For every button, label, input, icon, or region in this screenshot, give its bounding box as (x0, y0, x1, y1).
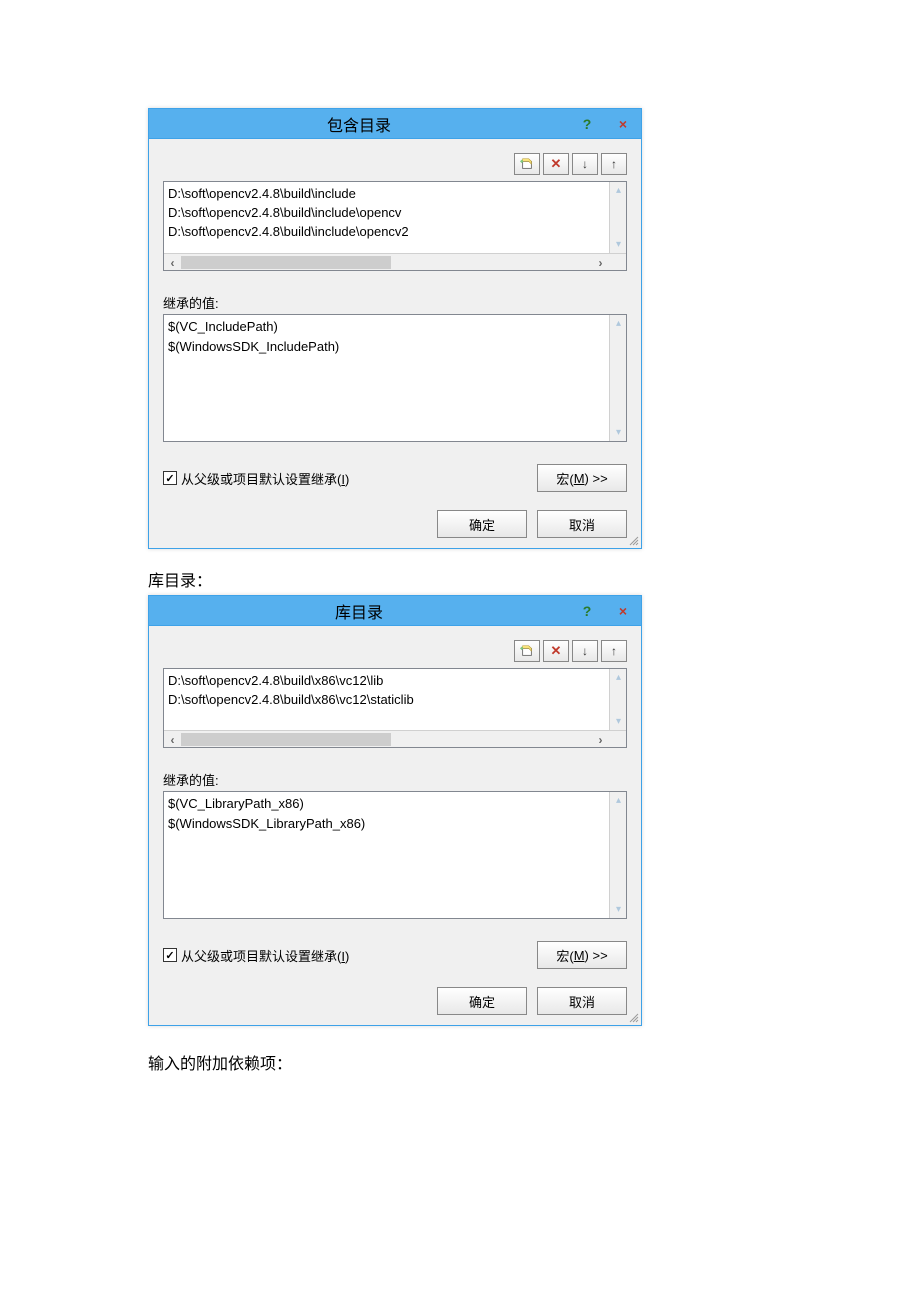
dialog-title: 库目录 (149, 599, 569, 623)
macros-button[interactable]: 宏(M) >> (537, 941, 627, 969)
scroll-right-icon[interactable]: › (592, 731, 609, 748)
vertical-scrollbar[interactable]: ▴ ▾ (609, 315, 626, 441)
horizontal-scrollbar[interactable]: ‹ › (164, 253, 626, 270)
list-item[interactable]: D:\soft\opencv2.4.8\build\include\opencv… (168, 222, 609, 241)
library-directories-caption: 库目录： (148, 567, 772, 591)
scroll-down-icon[interactable]: ▾ (610, 901, 627, 918)
list-item[interactable]: D:\soft\opencv2.4.8\build\x86\vc12\lib (168, 671, 609, 690)
cancel-button[interactable]: 取消 (537, 510, 627, 538)
help-button[interactable]: ? (569, 600, 605, 622)
include-directories-dialog: 包含目录 ? × ✕ ↓ ↑ D:\soft\opencv2.4 (148, 108, 642, 549)
list-item[interactable]: D:\soft\opencv2.4.8\build\include (168, 184, 609, 203)
inherit-checkbox[interactable]: ✓ (163, 948, 177, 962)
list-item: $(VC_LibraryPath_x86) (168, 794, 609, 814)
additional-dependencies-caption: 输入的附加依赖项： (148, 1050, 772, 1074)
close-button[interactable]: × (605, 113, 641, 135)
inherited-values-listbox[interactable]: $(VC_IncludePath) $(WindowsSDK_IncludePa… (163, 314, 627, 442)
list-toolbar: ✕ ↓ ↑ (163, 153, 627, 175)
scroll-right-icon[interactable]: › (592, 254, 609, 271)
options-row: ✓ 从父级或项目默认设置继承(I) 宏(M) >> (163, 464, 627, 492)
scroll-up-icon[interactable]: ▴ (610, 315, 627, 332)
delete-item-button-icon[interactable]: ✕ (543, 640, 569, 662)
resize-grip-icon[interactable] (627, 1011, 639, 1023)
move-up-button-icon[interactable]: ↑ (601, 153, 627, 175)
dialog-body: ✕ ↓ ↑ D:\soft\opencv2.4.8\build\x86\vc12… (149, 626, 641, 1025)
scroll-down-icon[interactable]: ▾ (610, 713, 627, 730)
inherited-values-listbox[interactable]: $(VC_LibraryPath_x86) $(WindowsSDK_Libra… (163, 791, 627, 919)
inherited-values-label: 继承的值: (163, 293, 627, 312)
inherit-checkbox-label: 从父级或项目默认设置继承(I) (181, 946, 349, 965)
list-item: $(WindowsSDK_IncludePath) (168, 337, 609, 357)
library-directories-dialog: 库目录 ? × ✕ ↓ ↑ D:\soft\opencv2.4. (148, 595, 642, 1026)
list-toolbar: ✕ ↓ ↑ (163, 640, 627, 662)
move-down-button-icon[interactable]: ↓ (572, 640, 598, 662)
scroll-left-icon[interactable]: ‹ (164, 254, 181, 271)
titlebar: 包含目录 ? × (149, 109, 641, 139)
move-up-button-icon[interactable]: ↑ (601, 640, 627, 662)
list-item: $(VC_IncludePath) (168, 317, 609, 337)
scroll-up-icon[interactable]: ▴ (610, 669, 627, 686)
scroll-up-icon[interactable]: ▴ (610, 182, 627, 199)
list-item[interactable]: D:\soft\opencv2.4.8\build\include\opencv (168, 203, 609, 222)
inherited-list-content: $(VC_LibraryPath_x86) $(WindowsSDK_Libra… (168, 794, 609, 834)
new-item-button-icon[interactable] (514, 640, 540, 662)
help-button[interactable]: ? (569, 113, 605, 135)
inherit-checkbox[interactable]: ✓ (163, 471, 177, 485)
path-listbox[interactable]: D:\soft\opencv2.4.8\build\x86\vc12\lib D… (163, 668, 627, 748)
new-item-button-icon[interactable] (514, 153, 540, 175)
inherited-list-content: $(VC_IncludePath) $(WindowsSDK_IncludePa… (168, 317, 609, 357)
dialog-button-row: 确定 取消 (163, 987, 627, 1015)
ok-button[interactable]: 确定 (437, 510, 527, 538)
scroll-down-icon[interactable]: ▾ (610, 424, 627, 441)
dialog-button-row: 确定 取消 (163, 510, 627, 538)
path-listbox[interactable]: D:\soft\opencv2.4.8\build\include D:\sof… (163, 181, 627, 271)
horizontal-scrollbar[interactable]: ‹ › (164, 730, 626, 747)
options-row: ✓ 从父级或项目默认设置继承(I) 宏(M) >> (163, 941, 627, 969)
path-list-content: D:\soft\opencv2.4.8\build\x86\vc12\lib D… (168, 671, 609, 709)
titlebar: 库目录 ? × (149, 596, 641, 626)
resize-grip-icon[interactable] (627, 534, 639, 546)
close-button[interactable]: × (605, 600, 641, 622)
macros-button[interactable]: 宏(M) >> (537, 464, 627, 492)
scroll-up-icon[interactable]: ▴ (610, 792, 627, 809)
dialog-body: ✕ ↓ ↑ D:\soft\opencv2.4.8\build\include … (149, 139, 641, 548)
list-item[interactable]: D:\soft\opencv2.4.8\build\x86\vc12\stati… (168, 690, 609, 709)
ok-button[interactable]: 确定 (437, 987, 527, 1015)
inherit-checkbox-label: 从父级或项目默认设置继承(I) (181, 469, 349, 488)
titlebar-controls: ? × (569, 109, 641, 138)
inherit-checkbox-wrap[interactable]: ✓ 从父级或项目默认设置继承(I) (163, 946, 349, 965)
scroll-thumb[interactable] (181, 733, 391, 746)
delete-item-button-icon[interactable]: ✕ (543, 153, 569, 175)
titlebar-controls: ? × (569, 596, 641, 625)
scroll-down-icon[interactable]: ▾ (610, 236, 627, 253)
vertical-scrollbar[interactable]: ▴ ▾ (609, 792, 626, 918)
dialog-title: 包含目录 (149, 112, 569, 136)
list-item: $(WindowsSDK_LibraryPath_x86) (168, 814, 609, 834)
vertical-scrollbar[interactable]: ▴ ▾ (609, 182, 626, 253)
move-down-button-icon[interactable]: ↓ (572, 153, 598, 175)
cancel-button[interactable]: 取消 (537, 987, 627, 1015)
vertical-scrollbar[interactable]: ▴ ▾ (609, 669, 626, 730)
inherited-values-label: 继承的值: (163, 770, 627, 789)
scroll-thumb[interactable] (181, 256, 391, 269)
path-list-content: D:\soft\opencv2.4.8\build\include D:\sof… (168, 184, 609, 241)
scroll-left-icon[interactable]: ‹ (164, 731, 181, 748)
inherit-checkbox-wrap[interactable]: ✓ 从父级或项目默认设置继承(I) (163, 469, 349, 488)
